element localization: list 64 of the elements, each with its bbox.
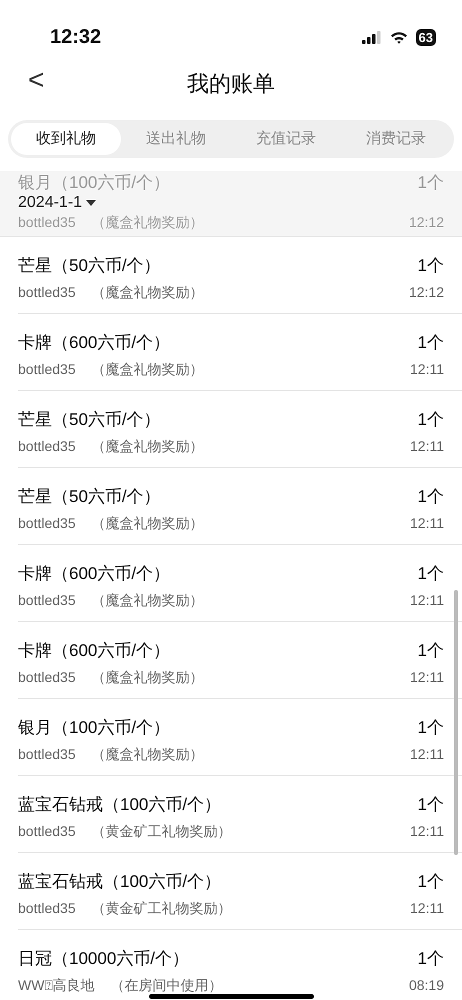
gift-count: 1个 [416,409,444,431]
gift-name: 银月（100六币/个） [18,173,170,192]
gift-count: 1个 [416,871,444,893]
gift-name: 卡牌（600六币/个） [18,332,170,354]
record-time: 12:11 [410,898,444,918]
back-button[interactable]: < [24,62,48,98]
gift-count: 1个 [416,717,444,739]
sender-name: bottled35 [18,514,76,532]
gift-name: 蓝宝石钻戒（100六币/个） [18,871,222,893]
gift-name: 芒星（50六币/个） [18,255,161,277]
gift-count: 1个 [416,948,444,970]
gift-count: 1个 [416,794,444,816]
sender-name: bottled35 [18,282,76,302]
battery-level: 63 [416,28,436,46]
record-time: 12:11 [410,590,444,610]
gift-source: （魔盒礼物奖励） [92,744,204,764]
gift-name: 卡牌（600六币/个） [18,640,170,662]
gift-source: （魔盒礼物奖励） [92,590,204,610]
record-time: 08:19 [408,976,444,994]
gift-count: 1个 [416,255,444,277]
sender-name: bottled35 [18,822,76,840]
page-title: 我的账单 [187,70,275,98]
gift-count: 1个 [416,486,444,508]
gift-count: 1个 [416,563,444,585]
sender-name: bottled35 [18,668,76,686]
record-time: 12:11 [410,822,444,840]
gift-source: （魔盒礼物奖励） [92,214,204,230]
gift-source: （魔盒礼物奖励） [92,668,204,686]
record-time: 12:12 [408,214,444,230]
gift-source: （黄金矿工礼物奖励） [92,898,232,918]
gift-name: 芒星（50六币/个） [18,409,161,431]
gift-name: 银月（100六币/个） [18,717,170,739]
caret-icon [86,200,96,206]
record-time: 12:11 [410,360,444,378]
record-time: 12:11 [410,436,444,456]
gift-count: 1个 [416,173,444,192]
sender-name: bottled35 [18,436,76,456]
signal-icon [362,30,382,44]
gift-source: （魔盒礼物奖励） [92,436,204,456]
gift-source: （在房间中使用） [110,976,222,994]
wifi-icon [390,30,408,44]
gift-name: 日冠（10000六币/个） [18,948,189,970]
date-dropdown[interactable]: 2024-1-1 [18,193,96,213]
tab[interactable]: 收到礼物 [11,123,121,155]
status-time: 12:32 [50,25,102,50]
sender-name: bottled35 [18,214,76,230]
record-time: 12:11 [410,668,444,686]
sender-name: bottled35 [18,898,76,918]
gift-source: （魔盒礼物奖励） [92,360,204,378]
record-time: 12:11 [410,744,444,764]
record-time: 12:11 [410,514,444,532]
sender-name: bottled35 [18,590,76,610]
gift-count: 1个 [416,332,444,354]
record-time: 12:12 [408,282,444,302]
gift-source: （魔盒礼物奖励） [92,282,204,302]
gift-source: （黄金矿工礼物奖励） [92,822,232,840]
gift-name: 卡牌（600六币/个） [18,563,170,585]
gift-name: 芒星（50六币/个） [18,486,161,508]
sender-name: bottled35 [18,360,76,378]
gift-count: 1个 [416,640,444,662]
sender-name: bottled35 [18,744,76,764]
sender-name: WW⍰高良地 [18,976,94,994]
gift-source: （魔盒礼物奖励） [92,514,204,532]
gift-name: 蓝宝石钻戒（100六币/个） [18,794,222,816]
